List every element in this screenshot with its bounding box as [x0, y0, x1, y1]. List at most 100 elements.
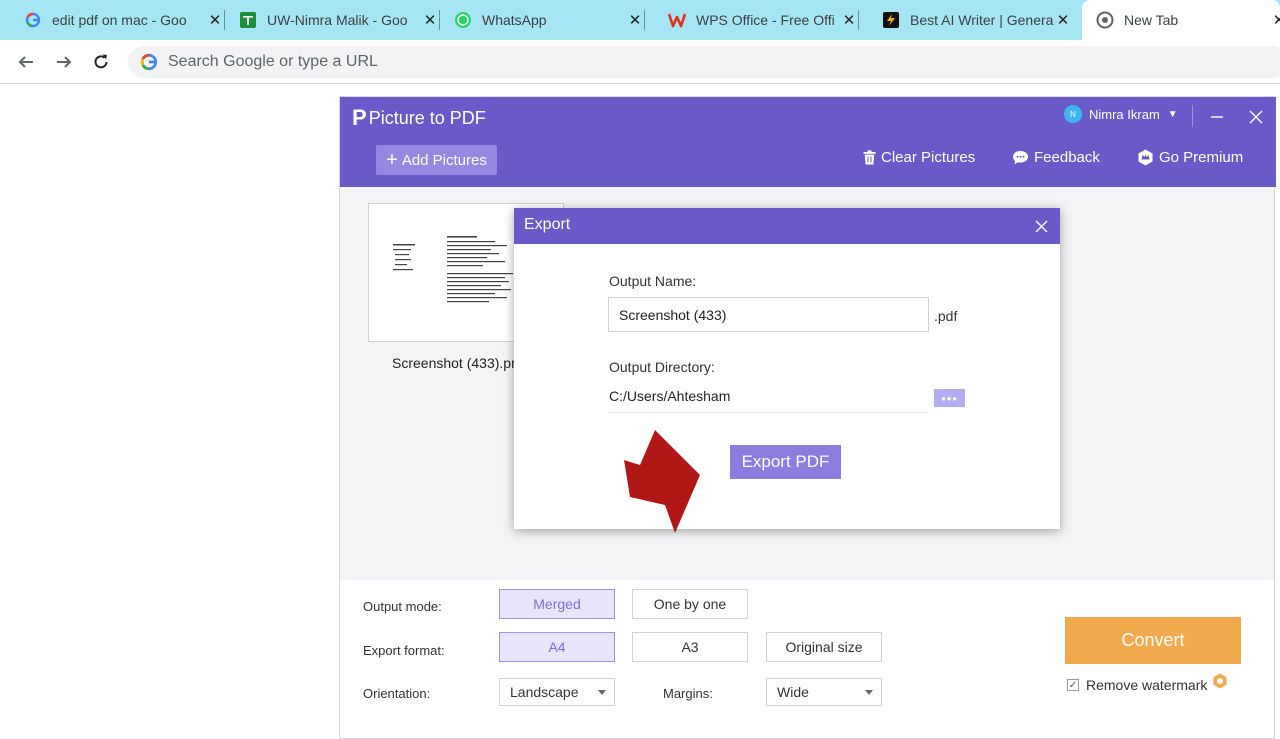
- browser-tab-6[interactable]: New Tab ✕: [1082, 0, 1280, 40]
- output-mode-label: Output mode:: [363, 599, 442, 614]
- picture-file-name: Screenshot (433).png: [392, 355, 526, 371]
- reload-icon: [94, 54, 108, 69]
- options-panel: Output mode: Merged One by one Export fo…: [340, 580, 1274, 738]
- close-tab-icon[interactable]: ✕: [840, 11, 858, 29]
- close-icon: [1249, 110, 1263, 124]
- remove-watermark-checkbox[interactable]: ✓: [1067, 679, 1079, 691]
- a4-format-button[interactable]: A4: [499, 632, 615, 662]
- close-dialog-button[interactable]: [1032, 217, 1050, 235]
- google-sheets-icon: [239, 11, 257, 29]
- output-name-label: Output Name:: [609, 273, 697, 289]
- output-directory-label: Output Directory:: [609, 359, 715, 375]
- forward-arrow-icon: [57, 56, 72, 68]
- browser-tab-1[interactable]: edit pdf on mac - Goo ✕: [24, 0, 225, 40]
- omnibox-input[interactable]: [168, 53, 768, 71]
- browser-toolbar: [0, 40, 1280, 84]
- export-dialog: Export Output Name: .pdf Output Director…: [514, 208, 1060, 529]
- omnibox[interactable]: [128, 46, 1280, 78]
- trash-icon: [863, 150, 876, 165]
- remove-watermark-option[interactable]: ✓ Remove watermark: [1067, 673, 1228, 693]
- back-arrow-icon: [18, 56, 33, 68]
- margins-select[interactable]: Wide: [766, 678, 882, 706]
- browser-tab-3[interactable]: WhatsApp ✕: [454, 0, 645, 40]
- app-title-text: Picture to PDF: [368, 107, 486, 128]
- feedback-button[interactable]: Feedback: [1012, 149, 1100, 166]
- close-tab-icon[interactable]: ✕: [421, 11, 439, 29]
- chevron-down-icon: [598, 690, 606, 695]
- browser-tab-title: edit pdf on mac - Goo: [52, 12, 187, 28]
- close-tab-icon[interactable]: ✕: [626, 11, 644, 29]
- export-dialog-header: Export: [514, 208, 1060, 244]
- a3-format-button[interactable]: A3: [632, 632, 748, 662]
- convert-button[interactable]: Convert: [1065, 617, 1241, 664]
- browser-tab-title: Best AI Writer | Genera: [910, 12, 1054, 28]
- output-directory-field[interactable]: C:/Users/Ahtesham: [608, 388, 929, 413]
- app-header: P Picture to PDF N Nimra Ikram ▼ + Add P…: [340, 97, 1276, 187]
- original-size-format-button[interactable]: Original size: [766, 632, 882, 662]
- orientation-select[interactable]: Landscape: [499, 678, 615, 706]
- browser-tab-2[interactable]: UW-Nimra Malik - Goo ✕: [239, 0, 440, 40]
- browser-tab-title: UW-Nimra Malik - Goo: [267, 12, 408, 28]
- add-pictures-label: Add Pictures: [401, 151, 487, 169]
- browser-tab-title: WhatsApp: [482, 12, 547, 28]
- browser-tab-5[interactable]: Best AI Writer | Genera ✕: [882, 0, 1072, 40]
- output-name-input[interactable]: [608, 297, 929, 332]
- close-icon: [1035, 220, 1047, 232]
- export-format-label: Export format:: [363, 643, 445, 658]
- google-g-icon: [140, 53, 158, 71]
- chevron-down-icon: ▼: [1167, 108, 1178, 120]
- forward-button[interactable]: [50, 48, 78, 76]
- remove-watermark-label: Remove watermark: [1086, 677, 1208, 693]
- tab-separator: [439, 10, 440, 30]
- wps-icon: [668, 11, 686, 29]
- margins-label: Margins:: [663, 686, 713, 701]
- close-tab-icon[interactable]: ✕: [206, 11, 224, 29]
- minimize-icon: [1211, 116, 1223, 118]
- browser-tab-title: New Tab: [1124, 12, 1179, 28]
- export-dialog-title: Export: [524, 216, 571, 233]
- merged-option-button[interactable]: Merged: [499, 589, 615, 619]
- document-preview-image: [393, 236, 513, 303]
- header-divider: [1192, 105, 1193, 127]
- back-button[interactable]: [12, 48, 40, 76]
- avatar: N: [1064, 105, 1082, 123]
- ai-writer-icon: [882, 11, 900, 29]
- user-menu[interactable]: N Nimra Ikram ▼: [1064, 105, 1178, 123]
- orientation-label: Orientation:: [363, 686, 431, 701]
- close-window-button[interactable]: [1246, 107, 1266, 127]
- close-tab-icon[interactable]: ✕: [1270, 11, 1280, 29]
- minimize-button[interactable]: [1207, 107, 1227, 127]
- whatsapp-icon: [454, 11, 472, 29]
- browser-tab-title: WPS Office - Free Offi: [696, 12, 835, 28]
- clear-pictures-button[interactable]: Clear Pictures: [863, 149, 975, 166]
- export-pdf-button[interactable]: Export PDF: [730, 445, 841, 479]
- close-tab-icon[interactable]: ✕: [1054, 11, 1072, 29]
- tab-separator: [224, 10, 225, 30]
- add-pictures-button[interactable]: + Add Pictures: [376, 145, 497, 175]
- premium-badge-icon: [1138, 149, 1153, 166]
- user-name: Nimra Ikram: [1089, 106, 1160, 122]
- one-by-one-option-button[interactable]: One by one: [632, 589, 748, 619]
- browser-tab-4[interactable]: WPS Office - Free Offi ✕: [668, 0, 859, 40]
- clear-pictures-label: Clear Pictures: [881, 149, 976, 166]
- tab-separator: [644, 10, 645, 30]
- chrome-icon: [1096, 11, 1114, 29]
- plus-icon: +: [386, 149, 398, 171]
- tab-separator: [858, 10, 859, 30]
- app-logo-icon: P: [352, 105, 367, 130]
- chevron-down-icon: [865, 690, 873, 695]
- margins-value: Wide: [777, 684, 809, 700]
- go-premium-label: Go Premium: [1159, 149, 1244, 166]
- go-premium-button[interactable]: Go Premium: [1137, 149, 1243, 166]
- file-extension: .pdf: [934, 308, 958, 324]
- reload-button[interactable]: [87, 48, 115, 76]
- orientation-value: Landscape: [510, 684, 579, 700]
- feedback-label: Feedback: [1034, 149, 1100, 166]
- app-title: P Picture to PDF: [352, 105, 486, 131]
- premium-hexagon-icon: [1213, 673, 1227, 689]
- browse-directory-button[interactable]: •••: [934, 389, 965, 407]
- chat-bubble-icon: [1013, 151, 1028, 165]
- browser-tab-bar: edit pdf on mac - Goo ✕ UW-Nimra Malik -…: [0, 0, 1280, 40]
- google-g-icon: [24, 11, 42, 29]
- red-arrow-annotation: [624, 430, 700, 533]
